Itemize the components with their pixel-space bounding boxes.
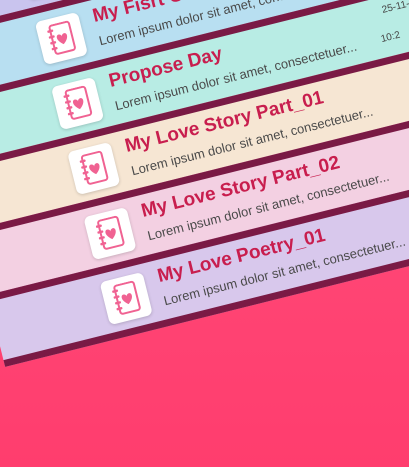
diary-list: Dating With Lover Lorem ipsum dolor sit … [0, 0, 409, 367]
item-date: 25-11-18 [380, 0, 409, 16]
love-diary-icon [83, 206, 137, 261]
item-time: 10:2 [379, 29, 402, 46]
love-diary-icon [34, 11, 89, 66]
app-screen: Dating With Lover Lorem ipsum dolor sit … [0, 0, 409, 467]
love-diary-icon [67, 141, 121, 196]
love-diary-icon [50, 76, 105, 131]
love-diary-icon [99, 271, 153, 326]
